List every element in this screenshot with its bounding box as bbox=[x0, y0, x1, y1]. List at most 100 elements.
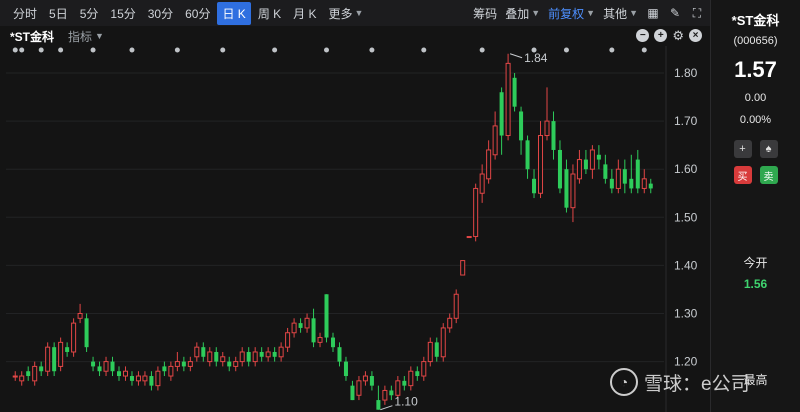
event-marker-dot bbox=[421, 47, 427, 53]
quote-panel: *ST金科 (000656) 1.57 0.00 0.00% + ♠ 买 卖 今… bbox=[711, 0, 800, 412]
min-price-label: 1.10 bbox=[394, 395, 418, 409]
grid-layout-icon[interactable]: ▦ bbox=[646, 6, 660, 20]
sell-button[interactable]: 卖 bbox=[759, 166, 778, 184]
gear-icon[interactable]: ⚙ bbox=[672, 29, 684, 42]
candle-body bbox=[460, 260, 466, 276]
draw-pencil-icon[interactable]: ✎ bbox=[668, 6, 682, 20]
zoom-out-icon[interactable]: − bbox=[636, 29, 650, 42]
candle-body bbox=[162, 366, 167, 372]
candle-body bbox=[19, 375, 25, 382]
period-tab-60min[interactable]: 60分 bbox=[180, 2, 215, 25]
candle-body bbox=[583, 159, 588, 170]
candle-body bbox=[532, 178, 537, 194]
candle-body bbox=[376, 400, 381, 410]
candle-body bbox=[544, 120, 550, 137]
candle-body bbox=[39, 366, 44, 372]
candle-body bbox=[466, 236, 472, 239]
chevron-down-icon: ▼ bbox=[95, 31, 104, 41]
candle-body bbox=[538, 135, 544, 194]
overlay-label: 叠加 bbox=[505, 6, 530, 21]
event-markers bbox=[12, 47, 647, 53]
event-marker-dot bbox=[272, 47, 278, 53]
period-tab-month[interactable]: 月 K bbox=[288, 2, 321, 25]
candle-body bbox=[479, 173, 485, 194]
period-tab-5day[interactable]: 5日 bbox=[44, 2, 73, 25]
quote-price: 1.57 bbox=[734, 57, 777, 82]
candle-body bbox=[609, 178, 614, 189]
candle-body bbox=[103, 361, 109, 372]
close-icon[interactable]: × bbox=[689, 29, 702, 42]
buy-button[interactable]: 买 bbox=[733, 166, 752, 184]
candle-body bbox=[285, 332, 291, 348]
candle-body bbox=[356, 380, 362, 396]
candle-body bbox=[641, 178, 647, 189]
event-marker-dot bbox=[90, 47, 96, 53]
period-more-dropdown[interactable]: 更多 ▼ bbox=[324, 2, 369, 25]
other-label: 其他 bbox=[603, 6, 628, 21]
adjust-label: 前复权 bbox=[548, 6, 585, 21]
candle-body bbox=[97, 366, 102, 372]
event-marker-dot bbox=[324, 47, 330, 53]
add-watchlist-icon[interactable]: + bbox=[733, 140, 752, 158]
period-more-label: 更多 bbox=[328, 6, 353, 21]
candle-body bbox=[447, 317, 453, 329]
candle-body bbox=[389, 390, 394, 396]
indicator-dropdown[interactable]: 指标 ▼ bbox=[68, 28, 104, 45]
open-label: 今开 bbox=[743, 256, 768, 270]
candle-body bbox=[129, 376, 134, 381]
candle-body bbox=[155, 370, 161, 387]
period-tab-15min[interactable]: 15分 bbox=[105, 2, 140, 25]
candle-body bbox=[52, 347, 57, 372]
event-marker-dot bbox=[641, 47, 647, 53]
event-marker-dot bbox=[174, 47, 180, 53]
candle-body bbox=[408, 370, 414, 387]
period-tab-day[interactable]: 日 K bbox=[217, 1, 251, 25]
period-tab-minute[interactable]: 分时 bbox=[8, 2, 42, 25]
candle-body bbox=[71, 322, 77, 353]
candle-body bbox=[564, 169, 569, 208]
candle-body bbox=[337, 347, 342, 362]
candle-body bbox=[629, 178, 634, 189]
candle-body bbox=[570, 173, 576, 209]
candle-body bbox=[265, 351, 271, 358]
period-toolbar: 分时 5日 5分 15分 30分 60分 日 K 周 K 月 K 更多 ▼ 筹码… bbox=[0, 0, 710, 26]
candle-body bbox=[415, 371, 420, 377]
overlay-dropdown[interactable]: 叠加 ▼ bbox=[505, 5, 540, 22]
candle-body bbox=[551, 121, 556, 150]
candle-body bbox=[135, 375, 141, 382]
period-tab-5min[interactable]: 5分 bbox=[75, 2, 104, 25]
candle-body bbox=[181, 361, 186, 367]
fullscreen-icon[interactable]: ⛶ bbox=[690, 6, 704, 20]
candle-body bbox=[65, 347, 70, 352]
bell-icon[interactable]: ♠ bbox=[759, 140, 778, 158]
candle-body bbox=[110, 361, 115, 372]
candle-body bbox=[45, 346, 51, 372]
event-marker-dot bbox=[563, 47, 569, 53]
candle-body bbox=[519, 111, 524, 141]
adjust-dropdown[interactable]: 前复权 ▼ bbox=[548, 5, 595, 22]
candle-body bbox=[369, 376, 374, 386]
kline-chart[interactable]: 1.80 1.70 1.60 1.50 1.40 1.30 1.20 1.84 1.10 bbox=[0, 46, 710, 412]
period-tab-week[interactable]: 周 K bbox=[253, 2, 286, 25]
zoom-in-icon[interactable]: + bbox=[654, 29, 668, 42]
candle-body bbox=[343, 361, 348, 377]
max-price-pointer bbox=[509, 53, 523, 59]
chart-grid bbox=[6, 46, 667, 412]
candle-body bbox=[58, 341, 64, 367]
event-marker-dot bbox=[129, 47, 135, 53]
candle-body bbox=[174, 361, 180, 367]
period-tab-30min[interactable]: 30分 bbox=[143, 2, 178, 25]
candle-body bbox=[635, 159, 640, 189]
candle-body bbox=[395, 380, 401, 396]
chips-button[interactable]: 筹码 bbox=[473, 5, 497, 22]
snowball-logo-icon: ◔ bbox=[610, 368, 638, 396]
chevron-down-icon: ▼ bbox=[629, 8, 638, 18]
candle-body bbox=[220, 356, 226, 363]
other-dropdown[interactable]: 其他 ▼ bbox=[603, 5, 638, 22]
candle-body bbox=[330, 337, 336, 348]
candle-body bbox=[576, 159, 582, 180]
candle-body bbox=[589, 149, 595, 170]
price-tick-label: 1.70 bbox=[674, 114, 698, 128]
candle-body bbox=[116, 371, 122, 377]
candle-body bbox=[492, 125, 498, 156]
